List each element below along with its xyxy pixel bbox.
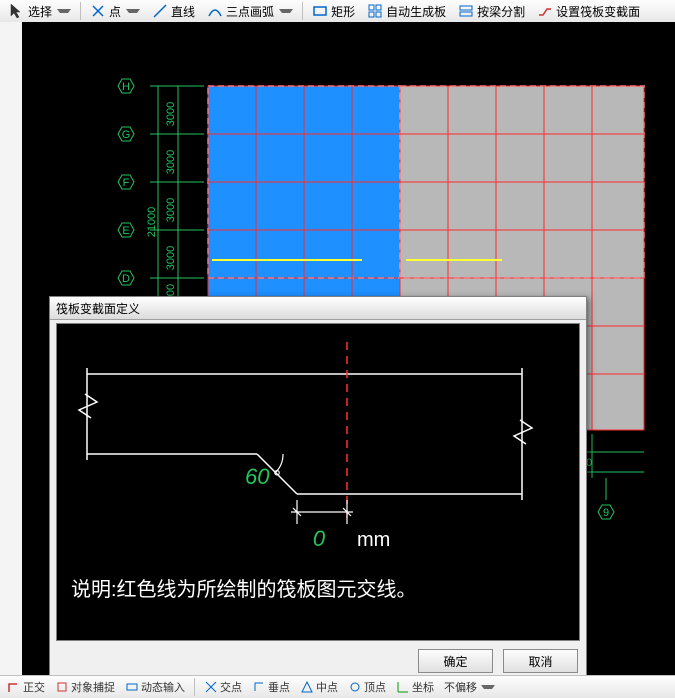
status-perp[interactable]: 垂点 xyxy=(249,679,293,695)
line-tool[interactable]: 直线 xyxy=(147,0,200,22)
autogen-tool[interactable]: 自动生成板 xyxy=(362,0,451,22)
svg-text:9: 9 xyxy=(603,507,609,519)
dialog-titlebar[interactable]: 筏板变截面定义 xyxy=(50,297,586,320)
ok-button[interactable]: 确定 xyxy=(418,649,493,673)
arc-label: 三点画弧 xyxy=(226,3,274,20)
svg-text:00: 00 xyxy=(165,284,177,296)
svg-text:G: G xyxy=(122,129,131,141)
svg-text:3000: 3000 xyxy=(165,246,177,270)
perp-icon xyxy=(252,680,266,694)
break-icon-left xyxy=(79,394,97,418)
svg-text:3000: 3000 xyxy=(165,102,177,126)
set-section-tool[interactable]: 设置筏板变截面 xyxy=(532,0,645,22)
apex-icon xyxy=(348,680,362,694)
status-mid[interactable]: 中点 xyxy=(297,679,341,695)
status-coord[interactable]: 坐标 xyxy=(393,679,437,695)
deg-symbol: ° xyxy=(273,467,281,489)
split-icon xyxy=(458,3,474,19)
ortho-icon xyxy=(7,680,21,694)
dyn-icon xyxy=(125,680,139,694)
line-label: 直线 xyxy=(171,3,195,20)
chevron-down-icon xyxy=(126,9,140,13)
svg-text:H: H xyxy=(122,81,130,93)
select-label: 选择 xyxy=(28,3,52,20)
coord-icon xyxy=(396,680,410,694)
mid-icon xyxy=(300,680,314,694)
dim-value[interactable]: 0 xyxy=(313,526,326,551)
dim-text-left: 3000 3000 3000 3000 21000 00 xyxy=(146,102,177,296)
arc-tool[interactable]: 三点画弧 xyxy=(202,0,298,22)
status-snap[interactable]: 对象捕捉 xyxy=(52,679,118,695)
chevron-down-icon xyxy=(57,9,71,13)
row-labels: H G F E D xyxy=(118,79,134,285)
svg-text:D: D xyxy=(122,273,130,285)
x-icon xyxy=(204,680,218,694)
rect-label: 矩形 xyxy=(331,3,355,20)
dim-line xyxy=(291,500,353,524)
split-beam-tool[interactable]: 按梁分割 xyxy=(453,0,530,22)
rect-tool[interactable]: 矩形 xyxy=(307,0,360,22)
dim-unit: mm xyxy=(357,529,390,551)
grid-icon xyxy=(367,3,383,19)
point-label: 点 xyxy=(109,3,121,20)
section-dialog: 筏板变截面定义 60 ° xyxy=(49,296,587,680)
chevron-down-icon xyxy=(279,9,293,13)
snap-icon xyxy=(55,680,69,694)
status-nooffset[interactable]: 不偏移 xyxy=(441,679,498,695)
status-bar: 正交 对象捕捉 动态输入 交点 垂点 中点 顶点 坐标 不偏移 xyxy=(0,675,675,698)
autogen-label: 自动生成板 xyxy=(386,3,446,20)
svg-text:F: F xyxy=(123,177,130,189)
dialog-note: 说明:红色线为所绘制的筏板图元交线。 xyxy=(71,578,417,601)
cursor-icon xyxy=(9,3,25,19)
top-toolbar: 选择 点 直线 三点画弧 xyxy=(0,0,675,23)
status-ortho[interactable]: 正交 xyxy=(4,679,48,695)
svg-text:E: E xyxy=(122,225,129,237)
chevron-down-icon xyxy=(481,685,495,689)
line-icon xyxy=(152,3,168,19)
break-icon-right xyxy=(514,420,532,444)
svg-text:21000: 21000 xyxy=(146,207,158,238)
cancel-button[interactable]: 取消 xyxy=(503,649,578,673)
dialog-title: 筏板变截面定义 xyxy=(56,300,140,317)
section-icon xyxy=(537,3,553,19)
dialog-canvas: 60 ° 0 mm 说明:红色线为所绘制的筏板图元交线。 xyxy=(56,323,580,641)
select-tool[interactable]: 选择 xyxy=(4,0,76,22)
svg-text:3000: 3000 xyxy=(165,198,177,222)
arc-icon xyxy=(207,3,223,19)
status-dyn[interactable]: 动态输入 xyxy=(122,679,188,695)
rect-icon xyxy=(312,3,328,19)
angle-value[interactable]: 60 xyxy=(245,464,270,489)
status-apex[interactable]: 顶点 xyxy=(345,679,389,695)
left-ruler xyxy=(0,22,23,676)
split-label: 按梁分割 xyxy=(477,3,525,20)
status-int[interactable]: 交点 xyxy=(201,679,245,695)
point-icon xyxy=(90,3,106,19)
svg-text:3000: 3000 xyxy=(165,150,177,174)
point-tool[interactable]: 点 xyxy=(85,0,145,22)
section-label: 设置筏板变截面 xyxy=(556,3,640,20)
